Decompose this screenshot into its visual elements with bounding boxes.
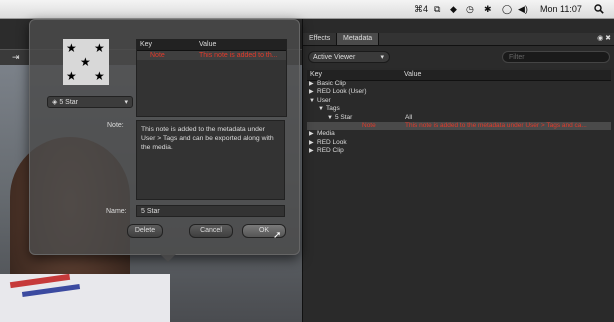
star-icon: ★ [94,41,105,55]
panel-tabs: Effects Metadata [303,33,614,46]
disclosure-collapsed-icon[interactable]: ▶ [309,139,317,147]
tree-row[interactable]: ▶ RED Look (User) [307,88,611,96]
cancel-button[interactable]: Cancel [189,224,233,238]
kv-column-value: Value [199,41,217,48]
kv-row[interactable]: Note This note is added to th... [137,51,286,60]
tag-dialog: ★ ★ ★ ★ ★ ◈ 5 Star ▾ Key Value Note This… [29,19,300,262]
tree-row[interactable]: ▶ RED Clip [307,147,611,155]
tree-row[interactable]: ▼ 5 Star All [307,114,611,122]
tree-row-key: User [317,96,331,104]
filter-input[interactable]: Filter [502,51,610,63]
tree-row-key: RED Look (User) [317,88,367,96]
wifi-icon[interactable]: ◯ [502,4,512,15]
video-subject-shirt [0,273,170,322]
bluetooth-icon[interactable]: ✱ [484,4,492,15]
tag-key-value-table: Key Value Note This note is added to th.… [136,39,287,117]
volume-icon[interactable]: ◀) [518,4,528,15]
name-input[interactable]: 5 Star [136,205,285,217]
star-icon: ★ [66,41,77,55]
spotlight-search-icon[interactable] [594,4,604,16]
tree-row-value: All [405,113,413,121]
tree-row-value: This note is added to the metadata under… [405,121,587,129]
tree-row[interactable]: ▶ RED Look [307,139,611,147]
tree-row-key: Basic Clip [317,80,346,87]
tree-row[interactable]: ▶ Media [307,130,611,138]
column-header-value[interactable]: Value [404,71,421,78]
disclosure-collapsed-icon[interactable]: ▶ [309,80,317,88]
shirt-blue-stripe [21,283,81,298]
menubar-status-icon-3[interactable]: ◆ [450,4,457,15]
disclosure-collapsed-icon[interactable]: ▶ [309,130,317,138]
disclosure-expanded-icon[interactable]: ▼ [309,97,317,105]
note-label: Note: [107,122,124,129]
star-icon: ★ [66,69,77,83]
mouse-cursor-icon: ➚ [273,230,282,241]
tab-metadata[interactable]: Metadata [336,33,380,45]
time-machine-icon[interactable]: ◷ [466,4,474,15]
kv-row-value: This note is added to th... [199,52,278,59]
viewer-tool-icon[interactable]: ⇥ [12,52,20,63]
menubar-status-icon-2[interactable]: ⧉ [434,4,440,15]
disclosure-expanded-icon[interactable]: ▼ [327,114,335,122]
disclosure-expanded-icon[interactable]: ▼ [318,105,326,113]
tree-row[interactable]: ▼ Tags [307,105,611,113]
star-icon: ★ [94,69,105,83]
kv-row-key: Note [150,52,165,59]
star-icon: ★ [80,55,91,69]
tree-row-key: RED Look [317,138,347,146]
menu-bar: ⌘4 ⧉ ◆ ◷ ✱ ◯ ◀) Mon 11:07 [0,0,614,19]
tree-row-key: Media [317,130,335,138]
menubar-status-icon-1[interactable]: ⌘4 [414,4,428,15]
menubar-clock[interactable]: Mon 11:07 [540,4,582,14]
metadata-tree: ▶ Basic Clip ▶ RED Look (User) ▼ User ▼ Tags ▼ 5 … [307,80,611,156]
note-textarea[interactable]: This note is added to the metadata under… [136,120,285,200]
active-viewer-select[interactable]: Active Viewer ▾ [308,51,390,63]
tree-row[interactable]: ▼ User [307,97,611,105]
star-rating-thumbnail: ★ ★ ★ ★ ★ [63,39,109,85]
kv-table-header: Key Value [137,40,286,51]
chevron-down-icon: ▾ [380,54,384,61]
column-header-key[interactable]: Key [310,71,322,78]
active-viewer-label: Active Viewer [313,54,356,61]
tree-row[interactable]: Note This note is added to the metadata u… [307,121,611,131]
tree-row-key: Tags [326,105,340,113]
tag-select[interactable]: ◈ 5 Star ▾ [47,96,133,108]
dialog-pointer [160,254,176,262]
viewer-bar: Active Viewer ▾ Filter [303,46,614,68]
metadata-panel: Effects Metadata ◉ ✖ Active Viewer ▾ Fil… [302,19,614,322]
tree-row[interactable]: ▶ Basic Clip [307,80,611,88]
disclosure-collapsed-icon[interactable]: ▶ [309,88,317,96]
delete-button[interactable]: Delete [127,224,163,238]
kv-column-key: Key [140,41,153,48]
tree-row-key: RED Clip [317,147,344,155]
tree-row-key: 5 Star [335,113,353,121]
tab-effects[interactable]: Effects [303,33,336,45]
tree-row-key: Note [362,121,376,129]
disclosure-collapsed-icon[interactable]: ▶ [309,147,317,155]
panel-options-icons[interactable]: ◉ ✖ [597,34,611,42]
tag-select-value: 5 Star [59,99,79,106]
chevron-down-icon: ▾ [124,99,128,106]
name-label: Name: [106,208,127,215]
